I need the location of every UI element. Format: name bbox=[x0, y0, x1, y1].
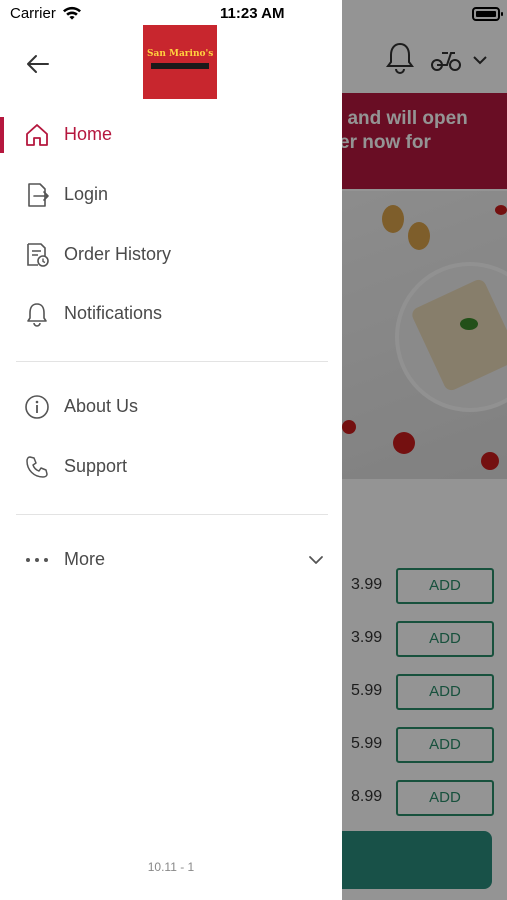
nav-item-order-history[interactable]: Order History bbox=[0, 231, 342, 279]
battery-icon bbox=[472, 7, 503, 21]
nav-item-support[interactable]: Support bbox=[0, 443, 342, 491]
logo-text: San Marino's bbox=[147, 49, 214, 59]
nav-item-label: Order History bbox=[64, 244, 172, 264]
restaurant-logo: San Marino's bbox=[143, 25, 217, 99]
nav-item-label: About Us bbox=[64, 396, 139, 416]
bell-icon bbox=[27, 303, 47, 327]
active-indicator bbox=[0, 117, 4, 153]
info-icon bbox=[25, 395, 49, 419]
nav-item-home[interactable]: Home bbox=[0, 111, 342, 159]
carrier-label: Carrier bbox=[10, 5, 56, 22]
logo-subtitle-strip bbox=[151, 63, 209, 69]
clock: 11:23 AM bbox=[220, 5, 285, 22]
divider bbox=[16, 361, 328, 362]
nav-item-label: Login bbox=[64, 184, 109, 204]
nav-item-more[interactable]: More bbox=[0, 536, 342, 584]
chevron-down-icon[interactable] bbox=[308, 553, 324, 567]
nav-item-label: Notifications bbox=[64, 303, 163, 323]
navigation-drawer: San Marino's Home Login Order History No… bbox=[0, 0, 342, 900]
status-bar: Carrier 11:23 AM bbox=[0, 0, 507, 28]
more-dots-icon bbox=[26, 558, 48, 562]
login-icon bbox=[28, 183, 49, 207]
arrow-left-icon[interactable] bbox=[22, 48, 54, 80]
nav-item-notifications[interactable]: Notifications bbox=[0, 290, 342, 338]
wifi-icon bbox=[63, 6, 81, 20]
phone-icon bbox=[26, 456, 48, 478]
nav-item-label: Support bbox=[64, 456, 128, 476]
nav-item-label: Home bbox=[64, 124, 113, 144]
order-history-icon bbox=[27, 243, 49, 267]
nav-item-about-us[interactable]: About Us bbox=[0, 383, 342, 431]
app-version: 10.11 - 1 bbox=[147, 860, 195, 874]
home-icon bbox=[26, 124, 48, 146]
divider bbox=[16, 514, 328, 515]
nav-item-label: More bbox=[64, 549, 106, 569]
nav-item-login[interactable]: Login bbox=[0, 171, 342, 219]
